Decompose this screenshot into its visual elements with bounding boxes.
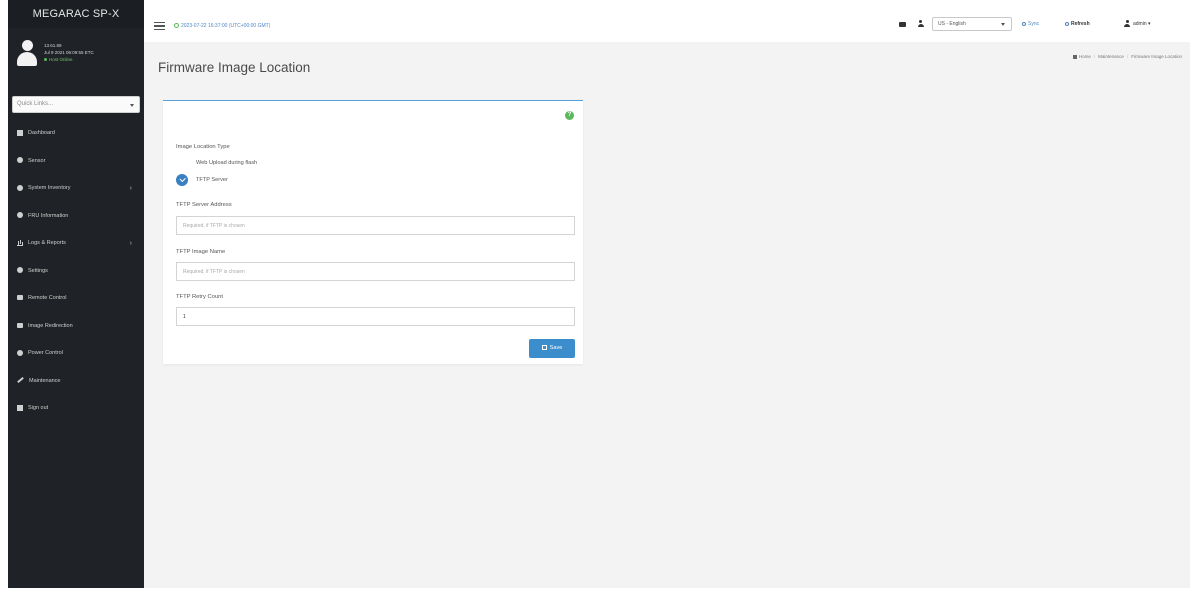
caret-down-icon: ▾ [1148, 21, 1151, 27]
datetime-text: 2023-07-22 16:37:00 (UTC+00:00 GMT) [181, 23, 271, 29]
sidebar-nav: Dashboard Sensor System Inventory › FRU I… [8, 120, 144, 423]
wrench-icon [17, 377, 24, 384]
fru-icon [17, 212, 23, 219]
sidebar-item-label: Sensor [28, 157, 46, 164]
sidebar-item-settings[interactable]: Settings [8, 258, 144, 286]
save-button[interactable]: Save [529, 339, 575, 358]
dashboard-icon [17, 129, 23, 136]
settings-icon [17, 267, 23, 274]
save-label: Save [549, 345, 563, 351]
firmware-location-card: ? Image Location Type Web Upload during … [163, 100, 583, 364]
save-disk-icon [541, 345, 547, 351]
sidebar-item-label: Logs & Reports [28, 240, 66, 246]
page-title: Firmware Image Location [158, 60, 311, 75]
brand-logo[interactable]: MEGARAC SP-X [8, 0, 144, 28]
sidebar-item-label: Remote Control [28, 295, 67, 301]
host-status-label: Host Online [49, 57, 73, 62]
header-tools: US - English Sync Refresh admin ▾ [884, 15, 1184, 33]
top-bar: 2023-07-22 16:37:00 (UTC+00:00 GMT) US -… [144, 0, 1190, 42]
sidebar-item-logs-reports[interactable]: Logs & Reports › [8, 230, 144, 258]
tftp-image-name-input[interactable] [176, 262, 575, 281]
tftp-server-address-label: TFTP Server Address [176, 202, 232, 208]
sidebar-item-label: Settings [28, 267, 48, 274]
sidebar-item-sign-out[interactable]: Sign out [8, 395, 144, 423]
inventory-icon [17, 184, 23, 191]
chevron-right-icon: › [129, 185, 132, 192]
logs-icon [17, 240, 23, 246]
sidebar-item-label: Maintenance [29, 377, 61, 384]
sidebar-item-sensor[interactable]: Sensor [8, 148, 144, 176]
quick-links-select[interactable]: Quick Links... [12, 96, 140, 113]
quick-links-placeholder: Quick Links... [17, 101, 54, 107]
envelope-icon[interactable] [899, 22, 906, 27]
refresh-button[interactable]: Refresh [1065, 15, 1090, 33]
breadcrumb-home[interactable]: Home [1079, 54, 1091, 59]
radio-unchecked-icon[interactable] [176, 157, 188, 169]
image-location-type-label: Image Location Type [176, 144, 230, 150]
chevron-right-icon: › [129, 240, 132, 247]
breadcrumb-separator: / [1126, 54, 1129, 59]
admin-label: admin [1133, 21, 1147, 27]
caret-down-icon [130, 104, 134, 107]
sidebar-item-image-redirection[interactable]: Image Redirection [8, 313, 144, 341]
sidebar-item-system-inventory[interactable]: System Inventory › [8, 175, 144, 203]
monitor-icon [17, 295, 23, 301]
tftp-server-address-input[interactable] [176, 216, 575, 235]
language-value: US - English [938, 21, 966, 27]
user-group-icon[interactable] [917, 20, 924, 27]
tftp-retry-count-label: TFTP Retry Count [176, 294, 223, 300]
image-redirection-icon [17, 322, 23, 328]
refresh-label: Refresh [1071, 21, 1090, 27]
user-info-line1: 13.61.89 [44, 43, 62, 48]
breadcrumb-separator: / [1093, 54, 1096, 59]
breadcrumb-maintenance[interactable]: Maintenance [1098, 54, 1124, 59]
sidebar-item-remote-control[interactable]: Remote Control [8, 285, 144, 313]
sidebar-item-fru-information[interactable]: FRU Information [8, 203, 144, 231]
caret-down-icon [1001, 23, 1005, 26]
sidebar-item-maintenance[interactable]: Maintenance [8, 368, 144, 396]
sidebar-item-dashboard[interactable]: Dashboard [8, 120, 144, 148]
help-icon[interactable]: ? [565, 111, 574, 120]
radio-checked-icon[interactable] [176, 174, 188, 186]
power-icon [17, 349, 23, 356]
sidebar-item-label: FRU Information [28, 212, 69, 219]
app-frame: MEGARAC SP-X 13.61.89 Jul 9 2021 06:09:5… [8, 0, 1190, 588]
user-panel: 13.61.89 Jul 9 2021 06:09:55 ETC Host On… [8, 28, 144, 80]
home-icon [1072, 54, 1077, 59]
breadcrumb-current: Firmware Image Location [1131, 54, 1182, 59]
tftp-image-name-label: TFTP Image Name [176, 249, 226, 255]
sign-out-icon [17, 404, 23, 411]
sidebar-item-label: Dashboard [28, 130, 55, 136]
user-info-line2: Jul 9 2021 06:09:55 ETC [44, 50, 94, 55]
status-dot-icon [44, 58, 47, 62]
refresh-icon [1065, 21, 1069, 26]
user-icon [1124, 20, 1130, 28]
radio-tftp-server-label: TFTP Server [196, 177, 228, 183]
tftp-retry-count-input[interactable] [176, 307, 575, 326]
radio-web-upload-label: Web Upload during flash [196, 160, 258, 166]
sidebar-item-label: Power Control [28, 350, 63, 356]
admin-menu[interactable]: admin ▾ [1124, 15, 1151, 33]
datetime-display: 2023-07-22 16:37:00 (UTC+00:00 GMT) [174, 21, 270, 31]
sidebar-item-label: Image Redirection [28, 322, 73, 329]
sync-label: Sync [1028, 21, 1040, 27]
sidebar-item-label: Sign out [28, 405, 49, 411]
sidebar-item-power-control[interactable]: Power Control [8, 340, 144, 368]
sync-icon [1022, 21, 1026, 26]
user-info: 13.61.89 Jul 9 2021 06:09:55 ETC Host On… [44, 42, 94, 63]
breadcrumb: Home / Maintenance / Firmware Image Location [1072, 54, 1182, 59]
hamburger-menu-icon[interactable] [154, 22, 165, 30]
user-avatar-icon [16, 40, 38, 68]
clock-icon [174, 23, 179, 29]
sidebar: MEGARAC SP-X 13.61.89 Jul 9 2021 06:09:5… [8, 0, 144, 588]
language-select[interactable]: US - English [932, 17, 1012, 31]
host-status: Host Online [44, 56, 94, 63]
sidebar-item-label: System Inventory [28, 185, 71, 191]
sensor-icon [17, 157, 23, 164]
sync-button[interactable]: Sync [1022, 15, 1039, 33]
